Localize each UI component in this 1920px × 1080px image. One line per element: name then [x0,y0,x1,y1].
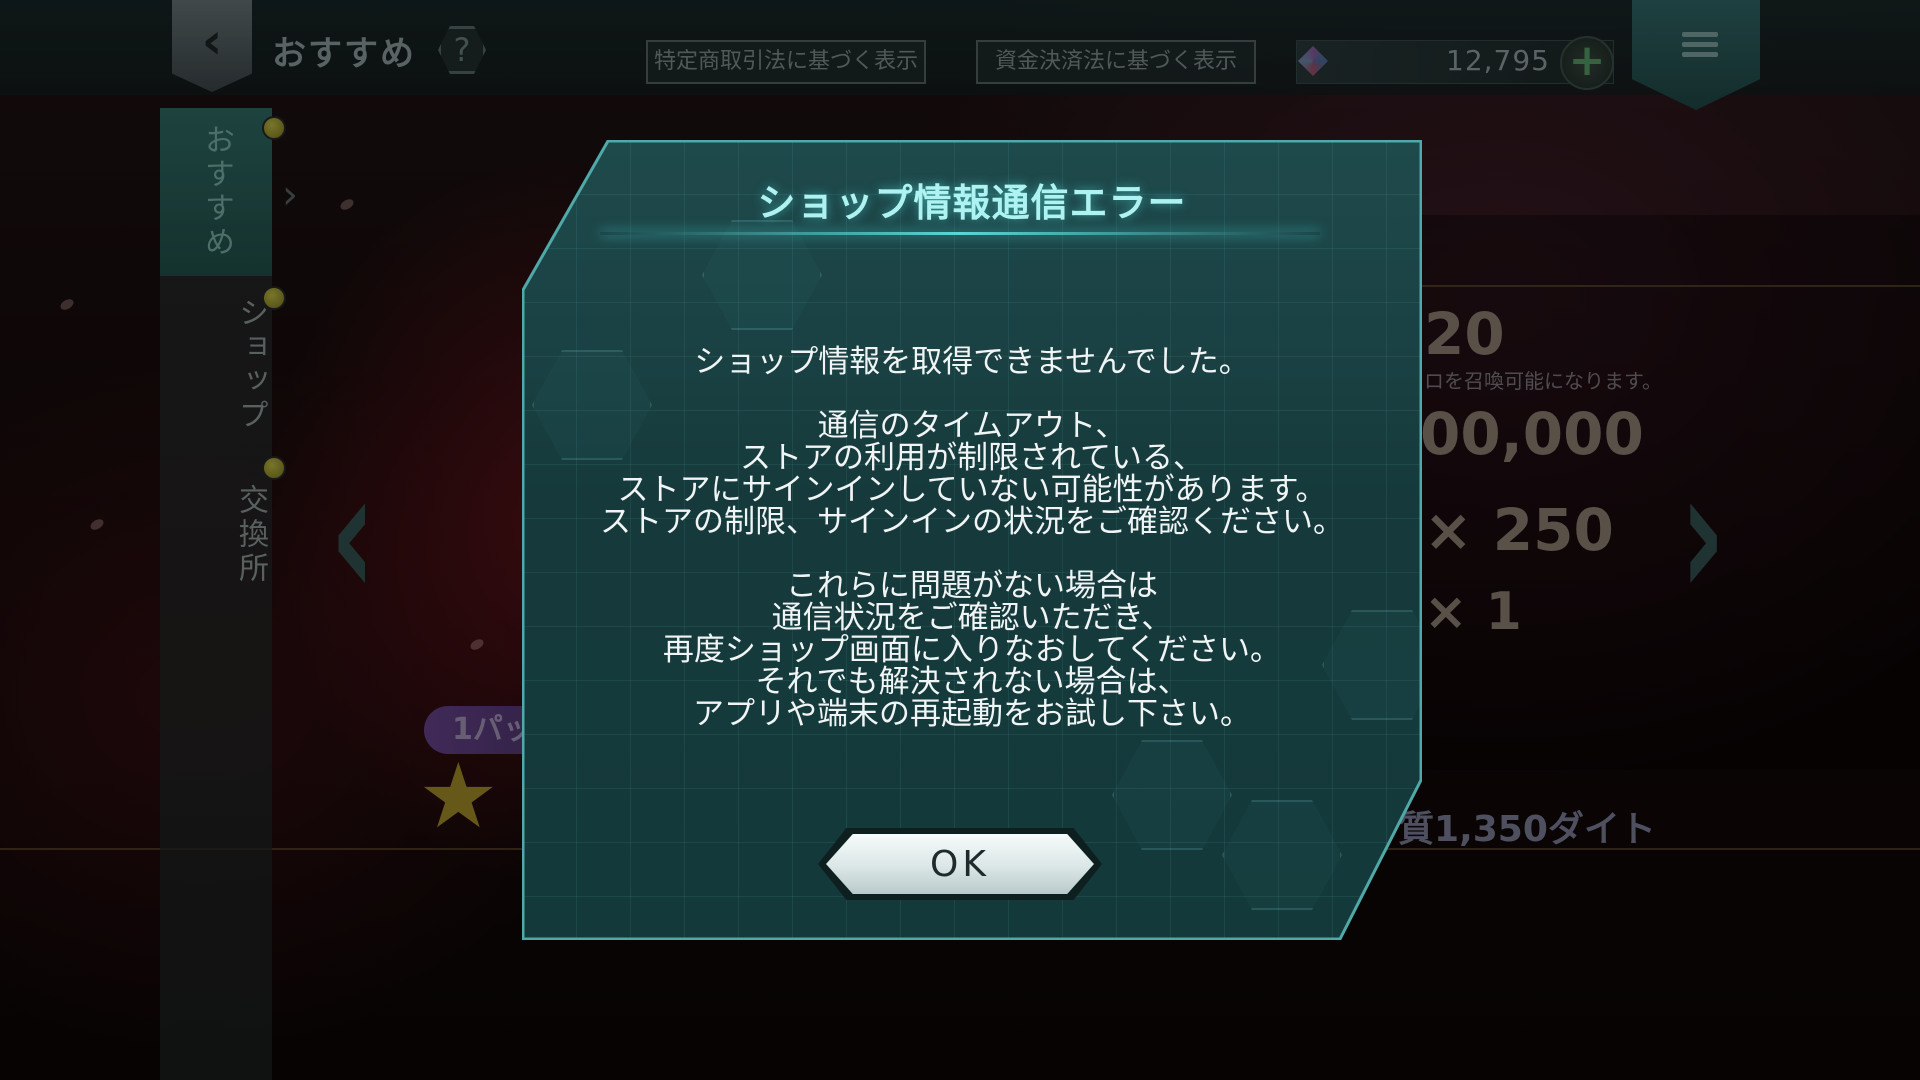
message-line: これらに問題がない場合は [786,568,1158,604]
title-underline [600,232,1320,235]
message-line: アプリや端末の再起動をお試し下さい。 [693,696,1251,732]
hex-decoration [1222,800,1342,910]
hex-decoration [1112,740,1232,850]
message-line: ショップ情報を取得できませんでした。 [694,344,1250,380]
ok-button[interactable]: OK [818,828,1102,900]
message-line: 再度ショップ画面に入りなおしてください。 [662,632,1282,668]
ok-button-label: OK [826,834,1094,894]
message-line: ストアの利用が制限されている、 [739,440,1205,476]
message-line: ストアの制限、サインインの状況をご確認ください。 [600,504,1344,540]
message-line: 通信状況をご確認いただき、 [771,600,1173,636]
error-dialog [522,140,1422,940]
hex-decoration [702,220,822,330]
message-line: ストアにサインインしていない可能性があります。 [617,472,1327,508]
message-line: それでも解決されない場合は、 [755,664,1189,700]
message-line: 通信のタイムアウト、 [817,408,1127,444]
dialog-title: ショップ情報通信エラー [757,181,1187,225]
